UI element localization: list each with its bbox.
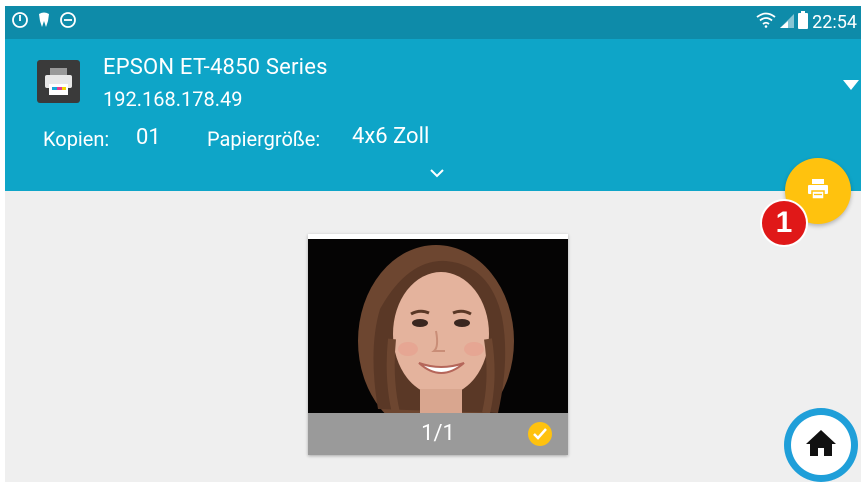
photo-footer: 1/1 [308, 413, 568, 455]
home-icon [804, 428, 838, 462]
printer-name: EPSON ET-4850 Series [103, 55, 328, 80]
clock: 22:54 [812, 12, 857, 33]
battery-icon [798, 11, 809, 34]
photo-thumbnail[interactable] [308, 239, 568, 413]
step-number-badge: 1 [762, 201, 806, 245]
signal-icon [780, 12, 795, 33]
expand-settings-chevron-icon[interactable] [429, 164, 445, 178]
paper-size-value[interactable]: 4x6 Zoll [352, 124, 429, 149]
status-bar: 22:54 [5, 6, 861, 39]
printer-icon [37, 60, 80, 103]
selected-check-icon[interactable] [528, 422, 552, 446]
copies-label: Kopien: [43, 127, 110, 151]
paper-size-label: Papiergröße: [207, 127, 321, 151]
app-screen: 22:54 EPSON ET-4850 Series 192.168.178.4… [5, 6, 861, 482]
printer-icon [805, 176, 831, 206]
copies-value[interactable]: 01 [136, 125, 161, 150]
printer-select-dropdown-icon[interactable] [841, 77, 861, 91]
do-not-disturb-icon [59, 11, 77, 33]
status-icons-left [11, 11, 77, 33]
home-button-inner [791, 415, 851, 475]
power-icon [11, 11, 29, 33]
printer-ip-address: 192.168.178.49 [103, 87, 243, 111]
wifi-icon [756, 12, 776, 33]
tooth-icon [37, 11, 51, 33]
home-button[interactable] [784, 408, 858, 482]
photo-preview-card[interactable]: 1/1 [308, 234, 568, 455]
status-icons-right: 22:54 [756, 11, 857, 34]
printer-header[interactable]: EPSON ET-4850 Series 192.168.178.49 Kopi… [5, 39, 861, 191]
